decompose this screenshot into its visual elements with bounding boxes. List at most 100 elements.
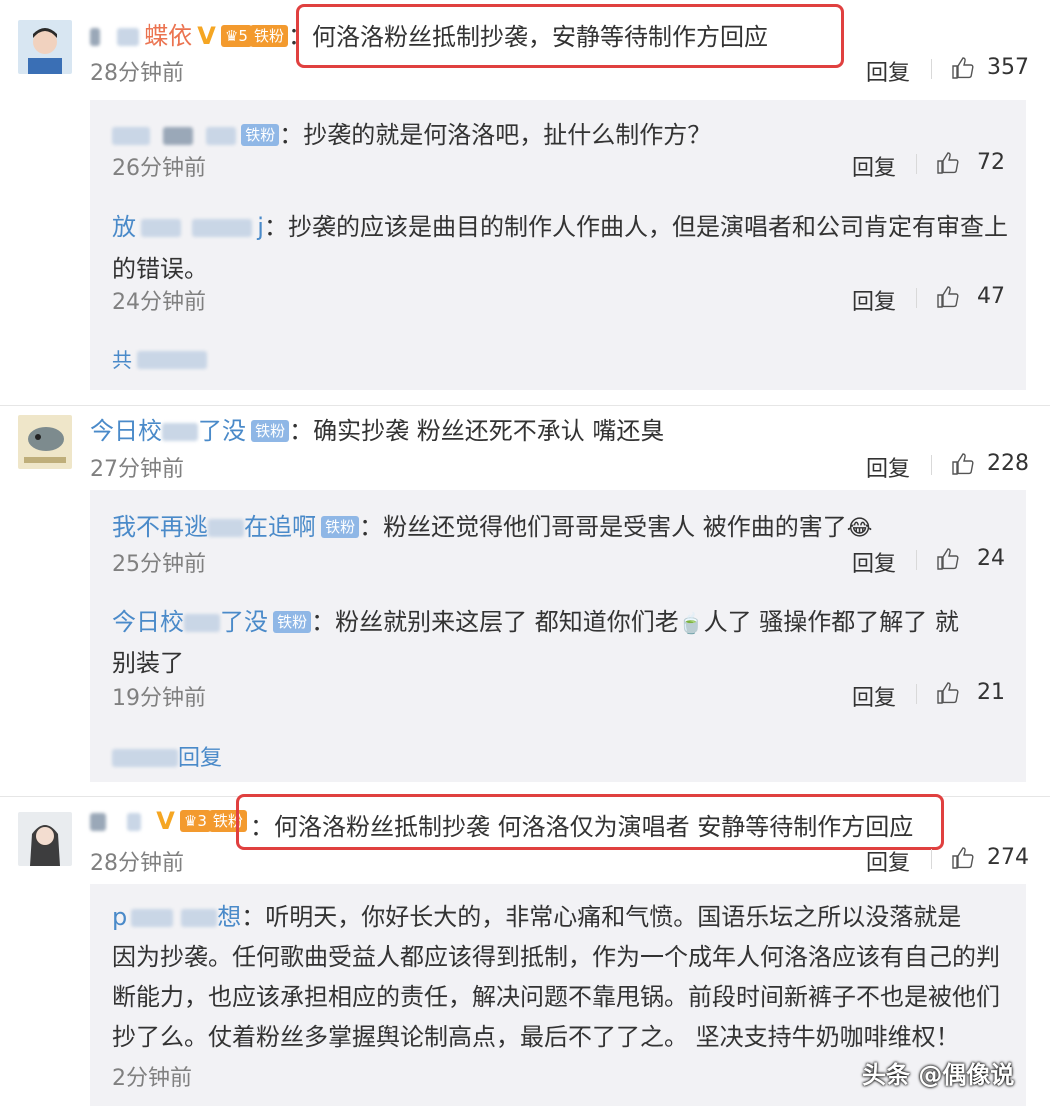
reply-header: 我不再逃 在追啊 铁粉 ：粉丝还觉得他们哥哥是受害人 被作曲的害了😂 <box>112 507 872 542</box>
thumbs-up-icon[interactable] <box>951 846 975 870</box>
thumbs-up-icon[interactable] <box>936 151 960 175</box>
reply-header: 放 j：抄袭的应该是曲目的制作人作曲人，但是演唱者和公司肯定有审查上 <box>112 207 1008 242</box>
reply-button[interactable]: 回复 <box>866 55 910 87</box>
fan-badge: 铁粉 <box>321 516 360 538</box>
avatar[interactable] <box>18 812 72 866</box>
avatar[interactable] <box>18 415 72 469</box>
comment-text: ：何洛洛粉丝抵制抄袭 何洛洛仅为演唱者 安静等待制作方回应 <box>250 813 914 841</box>
blurred-username <box>90 813 106 831</box>
reply-button[interactable]: 回复 <box>852 284 896 316</box>
comment-time: 28分钟前 <box>90 61 184 86</box>
username[interactable]: 在追啊 <box>244 513 316 541</box>
divider <box>931 59 932 79</box>
thumbs-up-icon[interactable] <box>951 452 975 476</box>
divider <box>916 154 917 174</box>
reply-time: 24分钟前 <box>112 290 206 315</box>
reply-line: 断能力，也应该承担相应的责任，解决问题不靠甩锅。前段时间新裤子不也是被他们 <box>112 983 1000 1011</box>
reply-button[interactable]: 回复 <box>852 546 896 578</box>
crown-icon: ♛3 <box>179 810 211 832</box>
comment-time: 28分钟前 <box>90 851 184 876</box>
divider <box>916 684 917 704</box>
watermark: 头条 @偶像说 <box>862 1061 1015 1089</box>
comment-header: V ♛3 铁粉 <box>90 807 247 835</box>
fan-badge: 铁粉 <box>251 420 290 442</box>
reply-time: 19分钟前 <box>112 686 206 711</box>
fan-badge: 铁粉 <box>241 124 280 146</box>
divider <box>0 405 1050 406</box>
divider <box>931 849 932 869</box>
divider <box>931 455 932 475</box>
username[interactable]: 我不再逃 <box>112 513 208 541</box>
username[interactable]: 了没 <box>220 608 268 636</box>
username[interactable]: j <box>257 213 264 241</box>
reply-header: 铁粉 ：抄袭的就是何洛洛吧，扯什么制作方？ <box>112 115 711 150</box>
blurred-username <box>112 127 150 145</box>
username[interactable]: 蝶依 <box>144 22 192 50</box>
blurred-username <box>141 219 182 237</box>
avatar[interactable] <box>18 20 72 74</box>
username[interactable]: p <box>112 903 127 931</box>
fan-badge: 铁粉 <box>273 611 312 633</box>
blurred-username <box>117 28 140 46</box>
like-count: 21 <box>977 680 1005 705</box>
tea-emoji-icon: 🍵 <box>678 611 704 635</box>
blurred-username <box>192 219 253 237</box>
reply-text: 别装了 <box>112 649 184 677</box>
thumbs-up-icon[interactable] <box>951 56 975 80</box>
blurred-username <box>90 28 100 46</box>
username[interactable]: 想 <box>217 903 241 931</box>
reply-time: 25分钟前 <box>112 552 206 577</box>
reply-text: ：抄袭的就是何洛洛吧，扯什么制作方？ <box>279 121 712 149</box>
comment-time: 27分钟前 <box>90 457 184 482</box>
like-count: 24 <box>977 546 1005 571</box>
comment-text: 何洛洛粉丝抵制抄袭，安静等待制作方回应 <box>312 23 768 51</box>
divider <box>916 550 917 570</box>
v-icon: V <box>197 22 216 50</box>
thumbs-up-icon[interactable] <box>936 285 960 309</box>
reply-text: ：抄袭的应该是曲目的制作人作曲人，但是演唱者和公司肯定有审查上 <box>263 213 1008 241</box>
divider <box>916 288 917 308</box>
comment-header: 今日校 了没 铁粉 ：确实抄袭 粉丝还死不承认 嘴还臭 <box>90 411 664 446</box>
username[interactable]: 了没 <box>198 417 246 445</box>
more-replies-link[interactable]: 回复 <box>112 740 222 772</box>
reply-time: 2分钟前 <box>112 1066 192 1091</box>
thumbs-up-icon[interactable] <box>936 681 960 705</box>
username[interactable]: 今日校 <box>90 417 162 445</box>
reply-text: 人了 骚操作都了解了 就 <box>703 608 959 636</box>
blurred-text <box>137 351 208 369</box>
reply-button[interactable]: 回复 <box>852 150 896 182</box>
blurred-username <box>127 813 142 831</box>
blurred-text <box>112 749 178 767</box>
comment-text: ：确实抄袭 粉丝还死不承认 嘴还臭 <box>289 417 665 445</box>
reply-text: ：粉丝还觉得他们哥哥是受害人 被作曲的害了 <box>359 513 847 541</box>
reply-text: ：粉丝就别来这层了 都知道你们老 <box>311 608 679 636</box>
fan-badge: 铁粉 <box>249 25 288 47</box>
reply-button[interactable]: 回复 <box>852 680 896 712</box>
reply-button[interactable]: 回复 <box>866 451 910 483</box>
thumbs-up-icon[interactable] <box>936 547 960 571</box>
reply-line: 因为抄袭。任何歌曲受益人都应该得到抵制，作为一个成年人何洛洛应该有自己的判 <box>112 943 1000 971</box>
reply-line: 抄了么。仗着粉丝多掌握舆论制高点，最后不了了之。 坚决支持牛奶咖啡维权！ <box>112 1023 960 1051</box>
reply-header: 今日校 了没 铁粉 ：粉丝就别来这层了 都知道你们老🍵人了 骚操作都了解了 就 <box>112 602 959 637</box>
blurred-username <box>206 127 237 145</box>
like-count: 47 <box>977 284 1005 309</box>
reply-button[interactable]: 回复 <box>866 845 910 877</box>
blurred-username <box>163 127 194 145</box>
reply-line: p 想：听明天，你好长大的，非常心痛和气愤。国语乐坛之所以没落就是 <box>112 897 1012 937</box>
username[interactable]: 放 <box>112 213 136 241</box>
like-count: 228 <box>987 451 1029 476</box>
like-count: 274 <box>987 845 1029 870</box>
reply-body: p 想：听明天，你好长大的，非常心痛和气愤。国语乐坛之所以没落就是 因为抄袭。任何… <box>112 897 1012 1057</box>
like-count: 72 <box>977 150 1005 175</box>
reply-text: ：听明天，你好长大的，非常心痛和气愤。国语乐坛之所以没落就是 <box>241 903 962 931</box>
username[interactable]: 今日校 <box>112 608 184 636</box>
more-replies-link[interactable]: 共 <box>112 344 208 373</box>
comment-header: 蝶依 V ♛5 铁粉： <box>90 16 312 51</box>
reply-time: 26分钟前 <box>112 156 206 181</box>
blurred-username <box>181 909 218 927</box>
blurred-username <box>208 519 244 537</box>
blurred-username <box>162 423 198 441</box>
v-icon: V <box>156 807 175 835</box>
crying-laughing-emoji-icon: 😂 <box>846 516 873 541</box>
reply-text: 的错误。 <box>112 255 208 283</box>
